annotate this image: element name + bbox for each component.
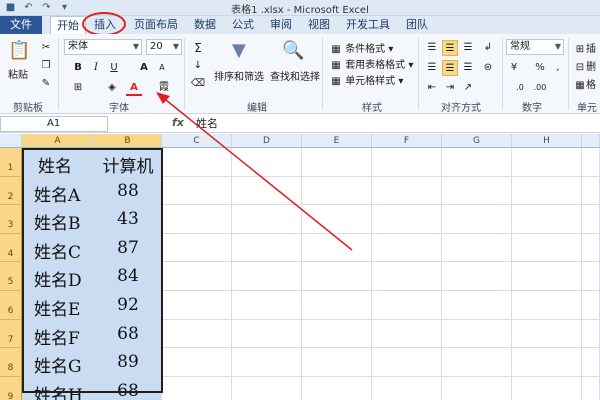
arrow-line <box>160 95 353 251</box>
annotation-arrow <box>156 92 353 251</box>
